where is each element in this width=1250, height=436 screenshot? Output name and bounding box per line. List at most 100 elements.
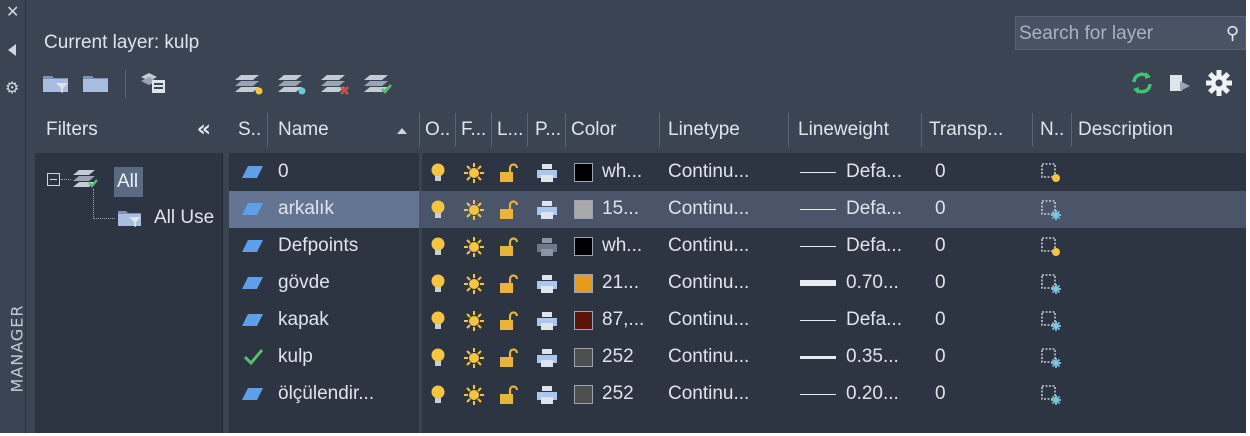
color-value[interactable]: 21... <box>602 272 639 294</box>
layer-name[interactable]: kulp <box>278 346 313 368</box>
layer-row[interactable]: kapak 87,... Continu... Defa... 0 <box>229 302 1246 339</box>
collapse-filters-icon[interactable]: « <box>197 117 211 142</box>
column-plot[interactable]: P... <box>535 119 561 141</box>
color-swatch[interactable] <box>574 200 593 219</box>
sun-icon[interactable] <box>463 162 485 189</box>
unlocked-icon[interactable] <box>499 348 519 373</box>
unlocked-icon[interactable] <box>499 385 519 410</box>
printer-icon[interactable] <box>536 385 558 410</box>
close-icon[interactable]: ✕ <box>6 2 19 21</box>
lightbulb-icon[interactable] <box>429 199 447 226</box>
lineweight-value[interactable]: 0.70... <box>846 272 899 294</box>
lightbulb-icon[interactable] <box>429 347 447 374</box>
linetype-value[interactable]: Continu... <box>668 309 749 331</box>
unlocked-icon[interactable] <box>499 163 519 188</box>
lineweight-value[interactable]: Defa... <box>846 309 902 331</box>
color-swatch[interactable] <box>574 311 593 330</box>
transparency-value[interactable]: 0 <box>935 272 946 294</box>
column-status[interactable]: S.. <box>238 119 261 141</box>
lineweight-value[interactable]: Defa... <box>846 161 902 183</box>
color-value[interactable]: 15... <box>602 198 639 220</box>
linetype-value[interactable]: Continu... <box>668 198 749 220</box>
column-new-vp-freeze[interactable]: N.. <box>1040 119 1064 141</box>
lightbulb-icon[interactable] <box>429 236 447 263</box>
properties-icon[interactable]: ⚙ <box>5 78 19 97</box>
printer-icon[interactable] <box>536 348 558 373</box>
transparency-value[interactable]: 0 <box>935 235 946 257</box>
lineweight-value[interactable]: Defa... <box>846 198 902 220</box>
color-swatch[interactable] <box>574 163 593 182</box>
column-name[interactable]: Name <box>278 119 329 141</box>
layer-row[interactable]: kulp 252 Continu... 0.35... 0 <box>229 339 1246 376</box>
column-on[interactable]: O.. <box>425 119 450 141</box>
set-current-button[interactable] <box>361 66 397 100</box>
sun-icon[interactable] <box>463 236 485 263</box>
refresh-button[interactable] <box>1126 66 1158 100</box>
layer-row[interactable]: arkalık 15... Continu... Defa... 0 <box>229 191 1246 228</box>
sun-icon[interactable] <box>463 347 485 374</box>
layer-name[interactable]: gövde <box>278 272 330 294</box>
color-value[interactable]: 252 <box>602 346 634 368</box>
lightbulb-icon[interactable] <box>429 162 447 189</box>
unlocked-icon[interactable] <box>499 311 519 336</box>
linetype-value[interactable]: Continu... <box>668 346 749 368</box>
sun-icon[interactable] <box>463 310 485 337</box>
linetype-value[interactable]: Continu... <box>668 235 749 257</box>
lineweight-value[interactable]: 0.20... <box>846 383 899 405</box>
settings-button[interactable] <box>1201 66 1237 100</box>
new-property-filter-button[interactable] <box>39 66 75 100</box>
layer-name[interactable]: ölçülendir... <box>278 383 374 405</box>
layer-row[interactable]: Defpoints wh... Continu... Defa... 0 <box>229 228 1246 265</box>
column-linetype[interactable]: Linetype <box>668 119 740 141</box>
color-value[interactable]: wh... <box>602 235 642 257</box>
layer-row[interactable]: ölçülendir... 252 Continu... 0.20... 0 <box>229 376 1246 413</box>
new-vp-thawed-icon[interactable] <box>1040 236 1062 263</box>
transparency-value[interactable]: 0 <box>935 309 946 331</box>
new-vp-thawed-icon[interactable] <box>1040 162 1062 189</box>
color-value[interactable]: 252 <box>602 383 634 405</box>
column-lock[interactable]: L... <box>497 119 523 141</box>
new-vp-frozen-icon[interactable] <box>1040 273 1062 300</box>
search-icon[interactable]: ⚲ <box>1226 23 1239 44</box>
layer-name[interactable]: arkalık <box>278 198 334 220</box>
new-group-filter-button[interactable] <box>79 66 115 100</box>
search-input[interactable]: Search for layer ⚲ <box>1015 16 1246 50</box>
column-lineweight[interactable]: Lineweight <box>798 119 889 141</box>
filter-all[interactable]: All <box>114 167 144 197</box>
linetype-value[interactable]: Continu... <box>668 383 749 405</box>
layer-name[interactable]: 0 <box>278 161 289 183</box>
linetype-value[interactable]: Continu... <box>668 272 749 294</box>
lightbulb-icon[interactable] <box>429 384 447 411</box>
new-vp-frozen-icon[interactable] <box>1040 199 1062 226</box>
color-value[interactable]: 87,... <box>602 309 644 331</box>
color-swatch[interactable] <box>574 237 593 256</box>
delete-layer-button[interactable] <box>318 66 354 100</box>
color-swatch[interactable] <box>574 274 593 293</box>
lineweight-value[interactable]: Defa... <box>846 235 902 257</box>
new-vp-frozen-icon[interactable] <box>1040 310 1062 337</box>
printer-icon[interactable] <box>536 311 558 336</box>
layer-row[interactable]: gövde 21... Continu... 0.70... 0 <box>229 265 1246 302</box>
column-freeze[interactable]: F... <box>461 119 486 141</box>
lineweight-value[interactable]: 0.35... <box>846 346 899 368</box>
transparency-value[interactable]: 0 <box>935 346 946 368</box>
color-swatch[interactable] <box>574 385 593 404</box>
new-layer-button[interactable] <box>232 66 268 100</box>
column-color[interactable]: Color <box>571 119 616 141</box>
layer-states-manager-button[interactable] <box>135 66 171 100</box>
sun-icon[interactable] <box>463 199 485 226</box>
unlocked-icon[interactable] <box>499 274 519 299</box>
layer-name[interactable]: Defpoints <box>278 235 358 257</box>
column-transparency[interactable]: Transp... <box>929 119 1003 141</box>
transparency-value[interactable]: 0 <box>935 383 946 405</box>
linetype-value[interactable]: Continu... <box>668 161 749 183</box>
printer-icon[interactable] <box>536 163 558 188</box>
sun-icon[interactable] <box>463 273 485 300</box>
unlocked-icon[interactable] <box>499 200 519 225</box>
transparency-value[interactable]: 0 <box>935 161 946 183</box>
layer-translator-button[interactable] <box>1164 66 1196 100</box>
color-value[interactable]: wh... <box>602 161 642 183</box>
lightbulb-icon[interactable] <box>429 273 447 300</box>
new-vp-frozen-icon[interactable] <box>1040 347 1062 374</box>
auto-hide-icon[interactable] <box>8 44 16 56</box>
